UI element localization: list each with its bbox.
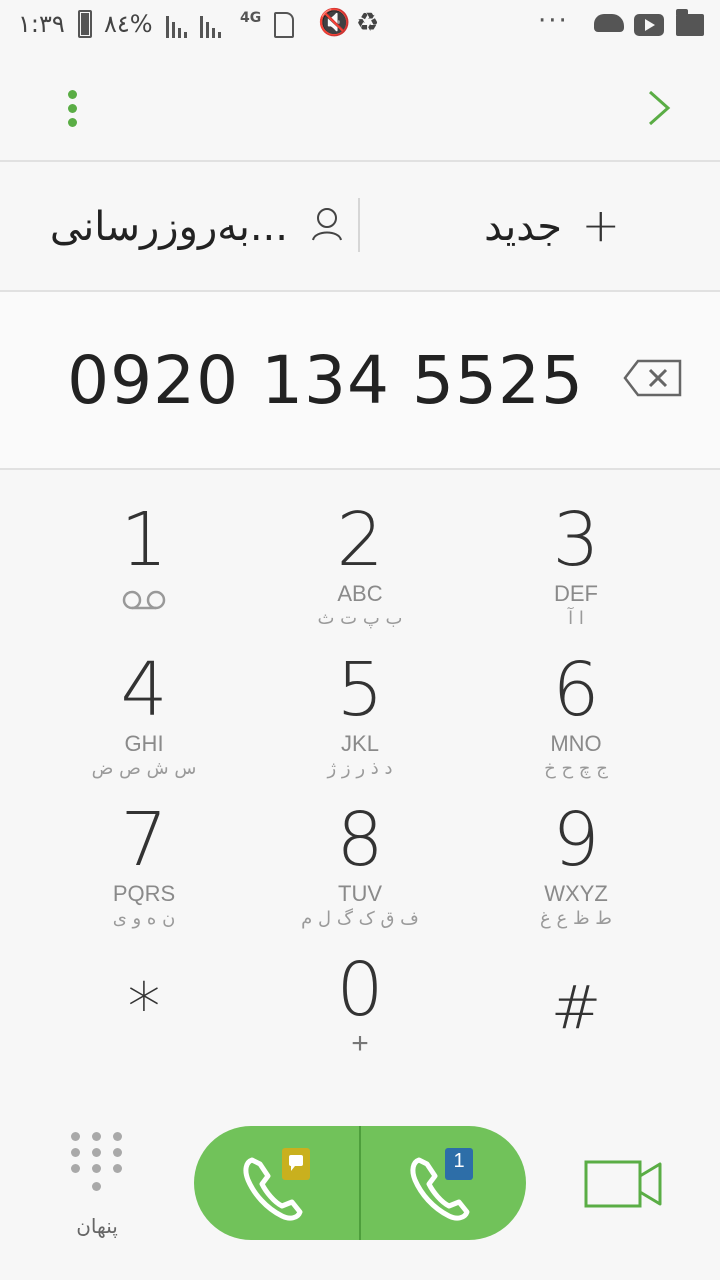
key-5[interactable]: 5 JKL د ذ ر ز ژ <box>260 626 460 779</box>
folder-icon <box>676 9 704 36</box>
number-display: 0920 134 5525 <box>0 292 720 468</box>
key-star[interactable]: * <box>44 936 244 1086</box>
key-hash[interactable]: # <box>476 936 676 1086</box>
update-contact-label: بەروزرسانی... <box>49 204 288 250</box>
key-1[interactable]: 1 <box>44 476 244 626</box>
more-notifications-icon: ··· <box>538 6 569 36</box>
status-bar: ١:٣٩ ٨٤% 4G 🔇 ♻ ··· <box>0 0 720 52</box>
signal-icon <box>166 14 192 38</box>
key-digit: 1 <box>120 497 168 583</box>
key-digit: 5 <box>336 647 384 733</box>
cloud-icon <box>594 14 624 32</box>
more-options-button[interactable] <box>50 80 94 136</box>
call-sim1-button[interactable]: 1 <box>361 1126 526 1240</box>
key-digit: * <box>127 969 161 1046</box>
key-8[interactable]: 8 TUV ف ق ک گ ل م <box>260 776 460 929</box>
key-2[interactable]: 2 ABC ب پ ت ث <box>260 476 460 629</box>
dialed-number[interactable]: 0920 134 5525 <box>67 342 584 419</box>
keypad: 1 2 ABC ب پ ت ث 3 DEF ا آ 4 GHI س ش ص ض … <box>0 470 720 1100</box>
create-contact-label: جدید <box>484 204 562 250</box>
key-digit: 6 <box>552 647 600 733</box>
key-digit: 4 <box>120 647 168 733</box>
battery-icon <box>78 10 92 38</box>
phone-icon <box>243 1148 310 1221</box>
youtube-icon <box>634 14 664 36</box>
key-digit: 0 <box>336 947 384 1033</box>
key-digit: # <box>550 973 602 1043</box>
key-letters: MNO <box>550 731 602 756</box>
key-digit: 9 <box>552 797 600 883</box>
plus-icon: + <box>581 198 620 252</box>
chevron-right-icon[interactable] <box>632 80 688 136</box>
hide-keypad-button[interactable]: پنهان <box>56 1130 138 1250</box>
key-letters: + <box>351 1027 369 1060</box>
battery-percent: ٨٤% <box>104 10 153 38</box>
key-0[interactable]: 0 + <box>260 926 460 1076</box>
key-9[interactable]: 9 WXYZ ط ظ ع غ <box>476 776 676 929</box>
key-7[interactable]: 7 PQRS ن ه و ی <box>44 776 244 929</box>
video-call-icon[interactable] <box>584 1158 662 1210</box>
key-letters: WXYZ <box>544 881 608 906</box>
backspace-icon[interactable] <box>622 358 684 398</box>
key-digit: 8 <box>336 797 384 883</box>
key-arabic-letters: ن ه و ی <box>112 908 176 929</box>
keypad-grid-icon <box>69 1130 125 1196</box>
key-6[interactable]: 6 MNO ج چ ح خ <box>476 626 676 779</box>
signal-icon <box>200 14 226 38</box>
voicemail-icon <box>122 590 166 610</box>
sim-icon <box>274 12 294 38</box>
data-saver-icon: ♻ <box>356 8 380 38</box>
key-letters: DEF <box>554 581 598 606</box>
key-3[interactable]: 3 DEF ا آ <box>476 476 676 629</box>
bottom-bar: پنهان 1 <box>0 1100 720 1280</box>
key-letters: ABC <box>337 581 383 606</box>
update-contact-button[interactable]: بەروزرسانی... <box>0 162 360 290</box>
hide-keypad-label: پنهان <box>76 1214 118 1238</box>
key-digit: 7 <box>120 797 168 883</box>
key-digit: 3 <box>552 497 600 583</box>
mute-icon: 🔇 <box>318 8 351 38</box>
create-contact-button[interactable]: جدید + <box>360 162 720 290</box>
contact-actions-row: بەروزرسانی... جدید + <box>0 162 720 290</box>
key-letters: PQRS <box>112 881 176 906</box>
person-icon <box>310 206 344 242</box>
call-buttons: 1 <box>194 1126 526 1240</box>
key-letters: JKL <box>341 731 379 756</box>
phone-icon <box>410 1148 473 1221</box>
key-arabic-letters: ط ظ ع غ <box>540 908 612 929</box>
sim1-badge: 1 <box>453 1150 465 1172</box>
key-4[interactable]: 4 GHI س ش ص ض <box>44 626 244 779</box>
status-time: ١:٣٩ <box>18 10 65 38</box>
network-type: 4G <box>240 10 262 26</box>
call-sim2-button[interactable] <box>194 1126 359 1240</box>
key-letters: TUV <box>338 881 382 906</box>
key-digit: 2 <box>336 497 384 583</box>
key-letters: GHI <box>124 731 164 756</box>
